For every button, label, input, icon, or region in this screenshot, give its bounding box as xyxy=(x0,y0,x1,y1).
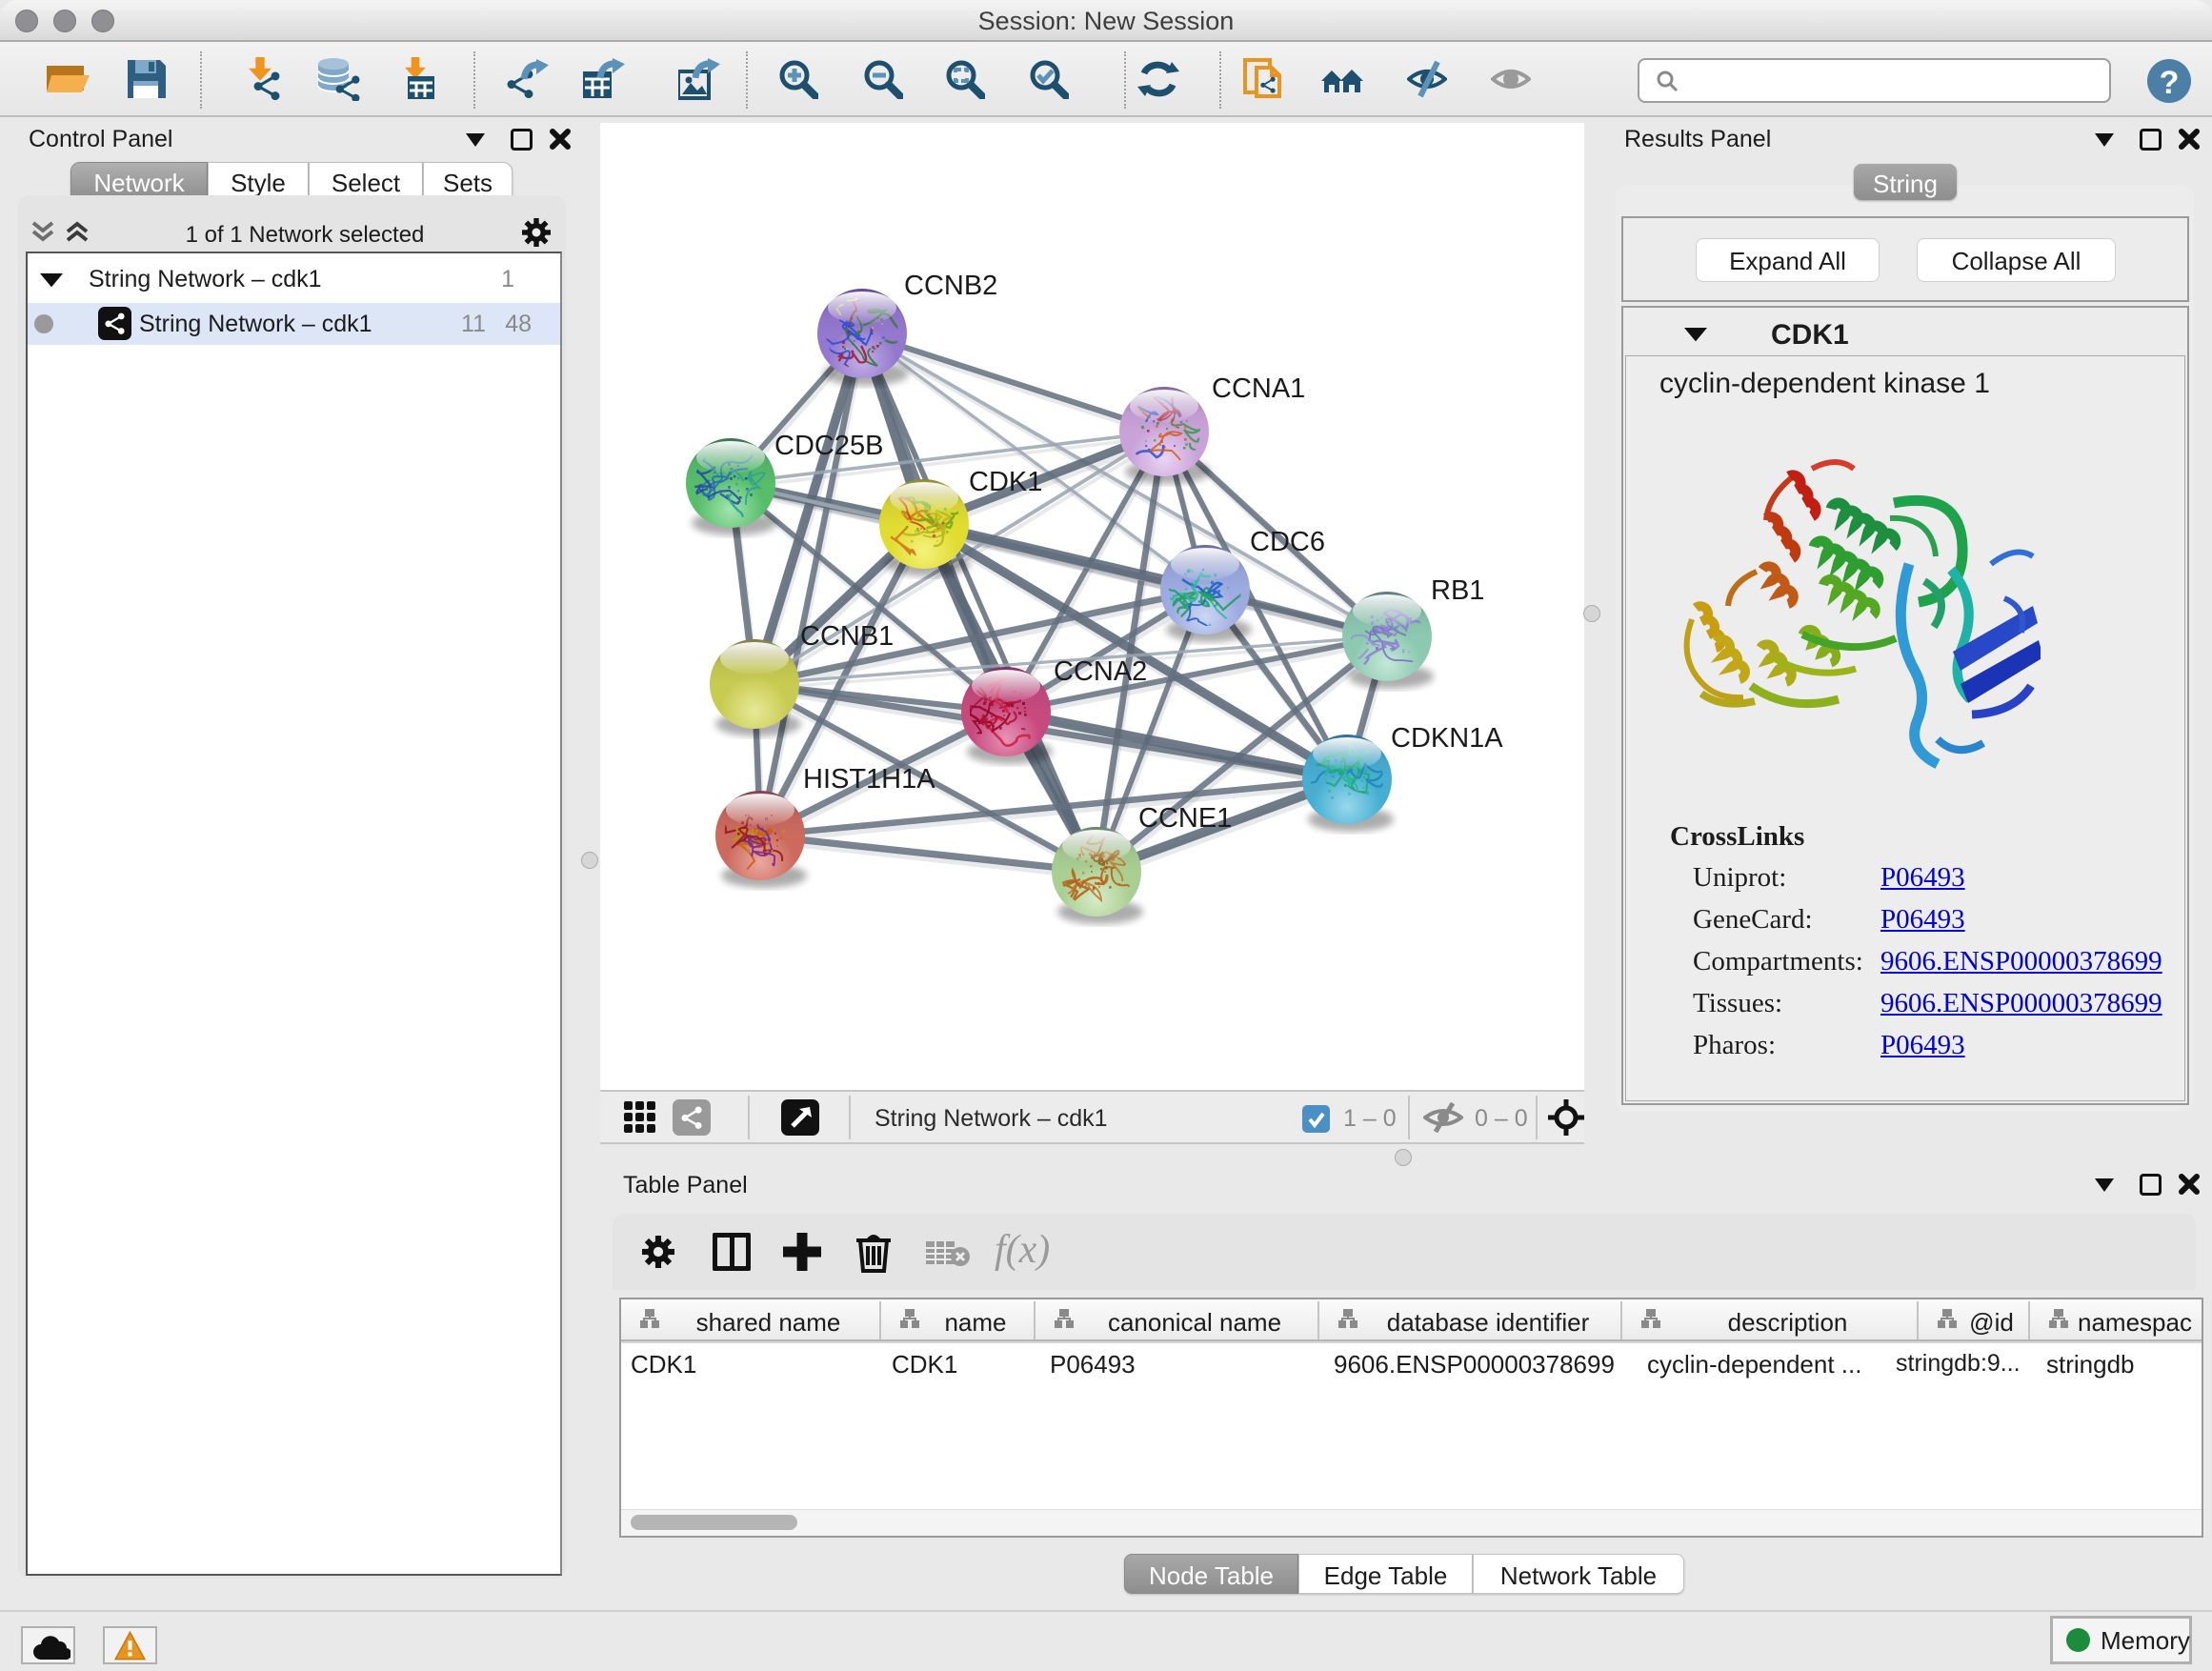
svg-text:CCNE1: CCNE1 xyxy=(1138,803,1232,834)
svg-text:CDC6: CDC6 xyxy=(1250,527,1325,557)
svg-text:HIST1H1A: HIST1H1A xyxy=(803,764,935,795)
svg-text:CCNB2: CCNB2 xyxy=(904,271,997,301)
svg-text:CDK1: CDK1 xyxy=(969,467,1042,497)
svg-text:CDC25B: CDC25B xyxy=(774,431,883,461)
svg-text:CDKN1A: CDKN1A xyxy=(1391,723,1503,754)
svg-text:RB1: RB1 xyxy=(1431,575,1484,606)
svg-text:CCNA1: CCNA1 xyxy=(1212,373,1305,404)
svg-text:CCNB1: CCNB1 xyxy=(800,621,894,652)
svg-text:CCNA2: CCNA2 xyxy=(1054,656,1147,687)
